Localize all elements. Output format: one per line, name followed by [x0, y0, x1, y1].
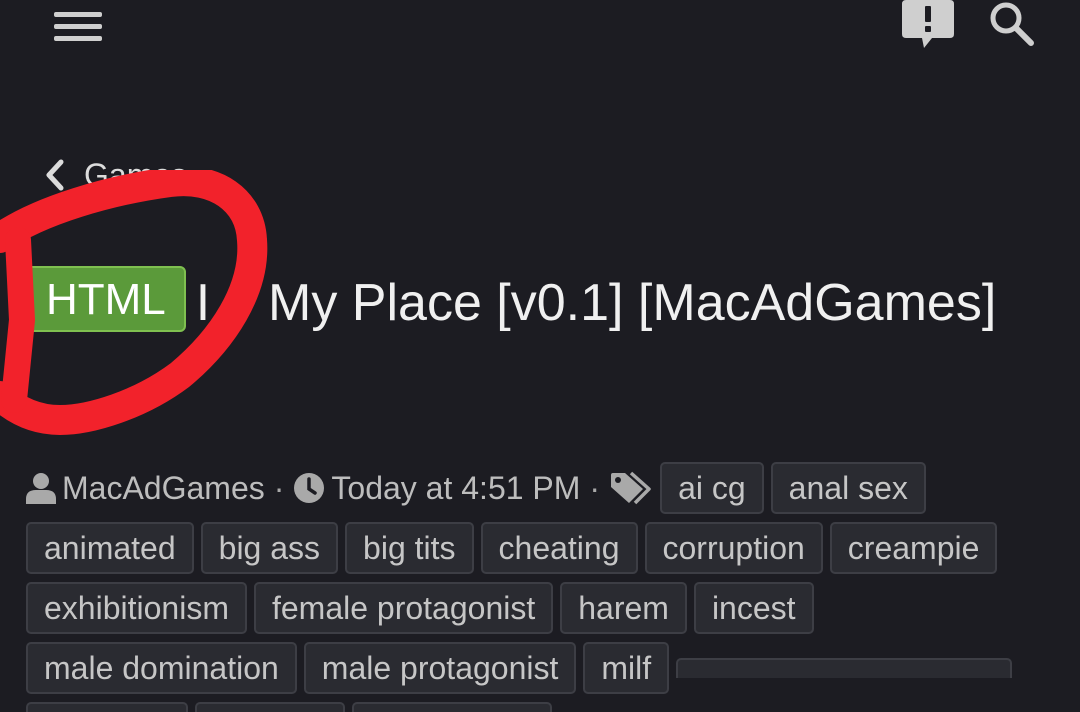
thread-prefix-badge[interactable]: HTML — [26, 266, 186, 332]
meta-separator: · — [273, 469, 285, 506]
search-icon — [990, 2, 1034, 46]
tag-cut-off[interactable] — [26, 702, 188, 712]
breadcrumb-link[interactable]: Games — [44, 152, 187, 198]
tag-animated[interactable]: animated — [26, 522, 194, 574]
tag-big-ass[interactable]: big ass — [200, 522, 339, 574]
clock-icon — [294, 473, 325, 503]
tag-creampie[interactable]: creampie — [829, 522, 998, 574]
thread-page: Games HTML I My Place [v0.1] [MacAdGames]… — [0, 0, 1080, 712]
tag-exhibitionism[interactable]: exhibitionism — [26, 582, 247, 634]
menu-button[interactable] — [54, 8, 104, 44]
tag-male-protagonist[interactable]: male protagonist — [303, 642, 577, 694]
tag-harem[interactable]: harem — [560, 582, 687, 634]
tag-milf[interactable]: milf — [583, 642, 670, 694]
thread-title: HTML I My Place [v0.1] [MacAdGames] — [26, 262, 1026, 344]
alerts-button[interactable] — [900, 0, 956, 52]
tag-cut-off[interactable] — [352, 702, 552, 712]
tag-female-protagonist[interactable]: female protagonist — [253, 582, 554, 634]
tag-cheating[interactable]: cheating — [480, 522, 638, 574]
tag-big-tits[interactable]: big tits — [345, 522, 474, 574]
post-time: Today at 4:51 PM — [331, 469, 581, 506]
menu-icon-bar — [54, 36, 102, 41]
search-button[interactable] — [986, 0, 1036, 50]
alert-bubble-icon — [902, 0, 954, 48]
menu-icon-bar — [54, 24, 102, 29]
post-time-link[interactable]: Today at 4:51 PM — [293, 462, 580, 514]
tag-ai-cg[interactable]: ai cg — [660, 462, 764, 514]
tag-anal-sex[interactable]: anal sex — [770, 462, 926, 514]
tags-label — [609, 462, 653, 514]
breadcrumb-label: Games — [84, 156, 188, 193]
chevron-left-icon — [46, 159, 64, 191]
tag-cut-off[interactable] — [195, 702, 345, 712]
author-name: MacAdGames — [62, 469, 265, 506]
tag-incest[interactable]: incest — [693, 582, 814, 634]
meta-separator: · — [589, 469, 601, 506]
thread-title-text: I My Place [v0.1] [MacAdGames] — [195, 274, 997, 332]
user-icon — [26, 473, 56, 504]
tag-male-domination[interactable]: male domination — [26, 642, 297, 694]
author-link[interactable]: MacAdGames — [26, 462, 265, 514]
tags-icon — [611, 471, 651, 505]
tag-cut-off[interactable] — [676, 658, 1013, 678]
thread-meta-and-tags: MacAdGames · Today at 4:51 PM · ai cg an… — [26, 462, 1066, 712]
tag-corruption[interactable]: corruption — [644, 522, 823, 574]
menu-icon-bar — [54, 12, 102, 17]
